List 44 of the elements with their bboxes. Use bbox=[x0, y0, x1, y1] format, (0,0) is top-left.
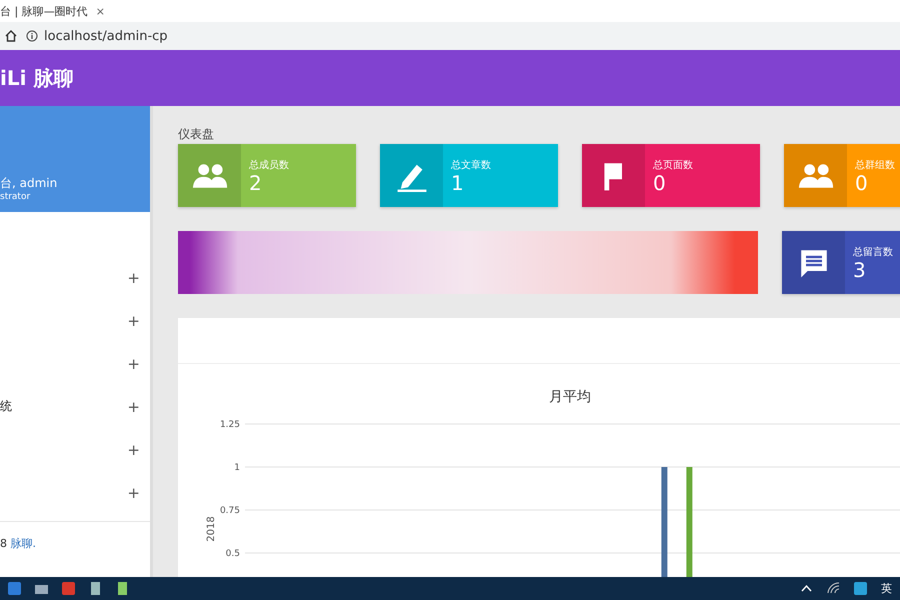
footer-link[interactable]: 脉聊. bbox=[10, 537, 36, 550]
expand-icon[interactable]: + bbox=[127, 398, 140, 416]
address-field[interactable]: localhost/admin-cp bbox=[44, 28, 168, 44]
stat-label: 总群组数 bbox=[855, 158, 895, 172]
user-greeting: 台, admin bbox=[0, 175, 58, 192]
stat-value: 0 bbox=[855, 172, 869, 194]
expand-icon[interactable]: + bbox=[127, 312, 140, 330]
y-tick-label: 1.25 bbox=[220, 420, 240, 430]
stat-value: 2 bbox=[249, 172, 263, 194]
expand-icon[interactable]: + bbox=[127, 440, 140, 458]
sidebar-item[interactable]: + bbox=[0, 471, 150, 514]
stat-value: 3 bbox=[853, 258, 867, 280]
document-icon[interactable] bbox=[116, 582, 129, 595]
sidebar-item[interactable]: + bbox=[0, 428, 150, 471]
home-icon[interactable] bbox=[4, 29, 18, 43]
info-icon[interactable] bbox=[26, 30, 38, 42]
y-tick-label: 1 bbox=[234, 463, 240, 473]
stat-label: 总文章数 bbox=[451, 158, 491, 172]
stat-label: 总留言数 bbox=[853, 246, 893, 258]
chart-title: 月平均 bbox=[549, 389, 591, 405]
expand-icon[interactable]: + bbox=[127, 484, 140, 502]
expand-icon[interactable]: + bbox=[127, 268, 140, 286]
browser-tab-title[interactable]: 台 | 脉聊—圈时代 bbox=[0, 4, 88, 18]
y-axis-label: 2018 bbox=[206, 516, 217, 542]
sidebar-item[interactable]: 统 + bbox=[0, 385, 150, 428]
folder-icon[interactable] bbox=[35, 582, 48, 595]
user-role: strator bbox=[0, 192, 32, 202]
wifi-icon[interactable] bbox=[827, 582, 840, 595]
stat-label: 总成员数 bbox=[249, 158, 289, 172]
page-title: 仪表盘 bbox=[178, 126, 215, 143]
brand-logo-text[interactable]: iLi 脉聊 bbox=[0, 64, 74, 92]
sidebar-item[interactable]: + bbox=[0, 299, 150, 342]
expand-icon[interactable]: + bbox=[127, 354, 140, 372]
stat-value: 1 bbox=[451, 172, 465, 194]
y-tick-label: 0.75 bbox=[220, 506, 240, 516]
stat-label: 总页面数 bbox=[653, 158, 693, 172]
input-method-indicator[interactable]: 英 bbox=[881, 581, 892, 596]
footer-text: 8 脉聊. bbox=[0, 537, 36, 550]
stat-value: 0 bbox=[653, 172, 667, 194]
y-tick-label: 0.5 bbox=[226, 549, 240, 559]
close-icon[interactable]: × bbox=[96, 4, 105, 18]
sidebar-item[interactable]: + bbox=[0, 256, 150, 299]
sidebar-item[interactable]: + bbox=[0, 342, 150, 385]
document-icon[interactable] bbox=[89, 582, 102, 595]
